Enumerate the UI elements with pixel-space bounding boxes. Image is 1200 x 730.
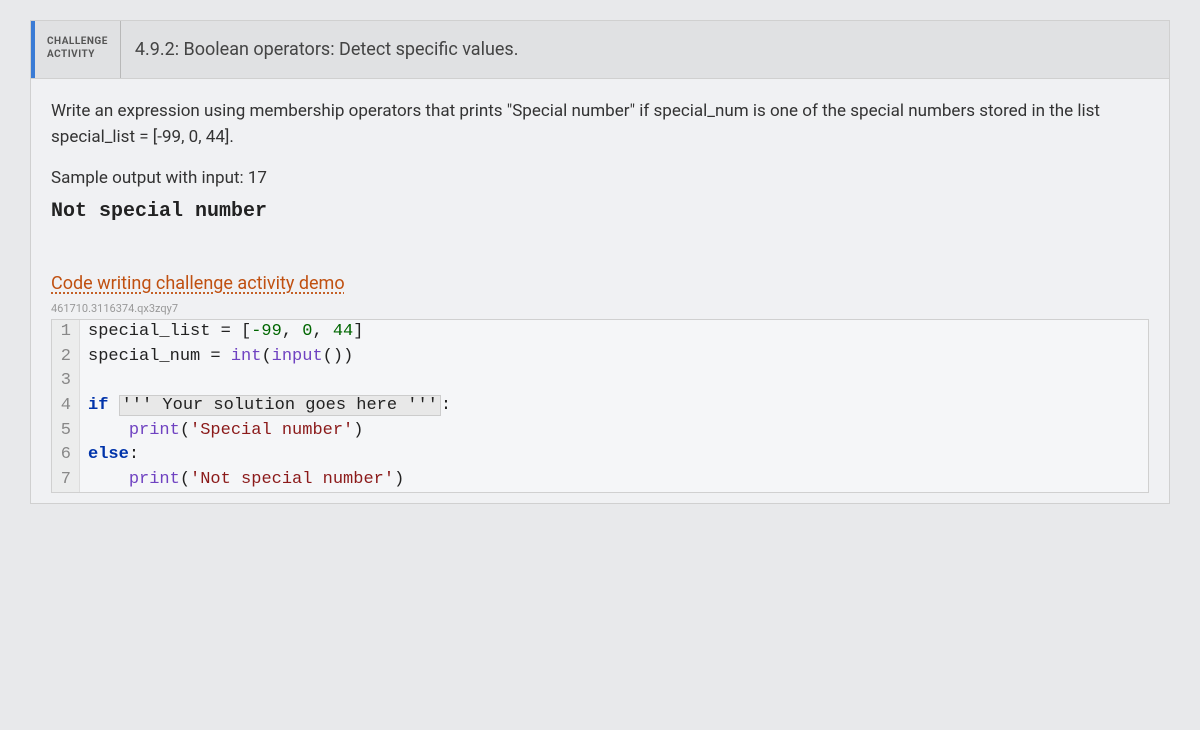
code-line: 4 if ''' Your solution goes here ''': [52,394,1148,419]
sample-output-value: Not special number [51,200,1149,223]
solution-placeholder[interactable]: ''' Your solution goes here ''' [119,395,441,416]
line-content[interactable] [80,369,88,394]
code-line: 3 [52,369,1148,394]
challenge-body: Write an expression using membership ope… [31,79,1169,503]
line-number: 4 [52,394,80,419]
code-line: 5 print('Special number') [52,419,1148,444]
sample-output-label: Sample output with input: 17 [51,168,1149,188]
watermark-id: 461710.3116374.qx3zqy7 [51,302,1149,315]
line-content[interactable]: print('Not special number') [80,468,404,493]
challenge-title: 4.9.2: Boolean operators: Detect specifi… [121,21,533,78]
code-line: 6 else: [52,443,1148,468]
line-number: 2 [52,345,80,370]
challenge-header: CHALLENGE ACTIVITY 4.9.2: Boolean operat… [31,21,1169,79]
line-content[interactable]: special_num = int(input()) [80,345,353,370]
line-number: 7 [52,468,80,493]
code-line: 1 special_list = [-99, 0, 44] [52,320,1148,345]
line-number: 1 [52,320,80,345]
line-number: 6 [52,443,80,468]
line-content[interactable]: print('Special number') [80,419,363,444]
prompt-text: Write an expression using membership ope… [51,99,1149,150]
activity-type-label: CHALLENGE ACTIVITY [31,21,121,78]
demo-link[interactable]: Code writing challenge activity demo [51,273,345,294]
line-content[interactable]: else: [80,443,139,468]
code-editor[interactable]: 1 special_list = [-99, 0, 44] 2 special_… [51,319,1149,493]
code-line: 7 print('Not special number') [52,468,1148,493]
line-number: 3 [52,369,80,394]
line-content[interactable]: special_list = [-99, 0, 44] [80,320,363,345]
code-line: 2 special_num = int(input()) [52,345,1148,370]
challenge-activity-block: CHALLENGE ACTIVITY 4.9.2: Boolean operat… [30,20,1170,504]
line-number: 5 [52,419,80,444]
line-content[interactable]: if ''' Your solution goes here ''': [80,394,451,419]
